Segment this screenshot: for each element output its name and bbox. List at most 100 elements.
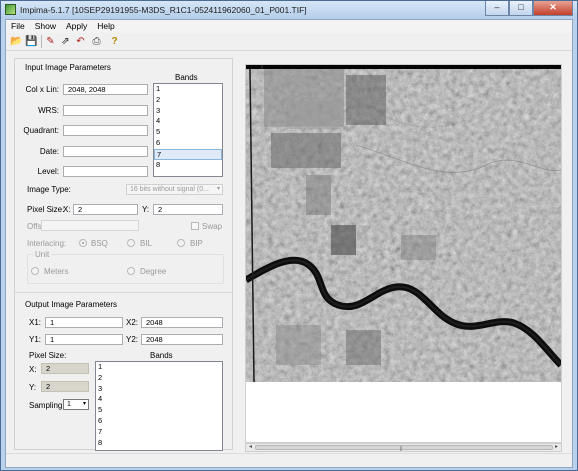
toolbar-separator [41,35,42,48]
interlacing-bil-label: BIL [140,239,153,248]
pixel-y-field[interactable]: 2 [153,204,223,215]
output-bands-title: Bands [150,351,173,360]
menu-help[interactable]: Help [92,20,119,33]
x1-field[interactable]: 1 [45,317,123,328]
sampling-label: Sampling [29,401,63,410]
title-bar[interactable]: Impima-5.1.7 [10SEP29191955-M3DS_R1C1-05… [1,1,577,19]
quadrant-field[interactable] [63,125,148,136]
interlacing-bip-radio[interactable] [177,239,185,247]
pixel-y-label: Y: [142,205,150,214]
maximize-button[interactable]: □ [509,1,533,16]
input-band-item[interactable]: 8 [154,160,222,171]
input-band-item[interactable]: 1 [154,84,222,95]
app-icon [5,4,16,15]
output-band-item[interactable]: 7 [96,427,222,438]
menu-apply[interactable]: Apply [61,20,92,33]
y2-field[interactable]: 2048 [141,334,223,345]
output-band-item[interactable]: 3 [96,384,222,395]
level-field[interactable] [63,166,148,177]
interlacing-bip-label: BIP [190,239,203,248]
image-viewer[interactable] [245,64,562,443]
input-band-item[interactable]: 3 [154,106,222,117]
scroll-grip-icon: ||| [400,446,402,452]
output-band-item[interactable]: 5 [96,405,222,416]
wrs-field[interactable] [63,105,148,116]
menu-file[interactable]: File [6,20,30,33]
input-band-item[interactable]: 5 [154,127,222,138]
input-band-item[interactable]: 2 [154,95,222,106]
close-button[interactable]: ✕ [533,1,573,16]
dropdown-arrow-icon: ▾ [82,401,86,407]
pixel-x-field[interactable]: 2 [73,204,138,215]
input-bands-title: Bands [175,73,198,82]
col-lin-field[interactable]: 2048, 2048 [63,84,148,95]
y1-label: Y1: [29,335,42,344]
undo-icon[interactable]: ↶ [74,35,87,48]
client-area: File Show Apply Help 📂 💾 ✎ ⇗ ↶ ⎙ ? Input… [5,19,573,468]
scroll-thumb[interactable]: ||| [255,445,553,452]
toolbar: 📂 💾 ✎ ⇗ ↶ ⎙ ? [6,33,572,51]
pixel-x-label: X: [63,205,71,214]
interlacing-label: Interlacing: [27,239,67,248]
scroll-left-icon[interactable]: ◂ [246,444,255,451]
output-pixel-y-field[interactable]: 2 [41,381,89,392]
date-label: Date: [39,147,59,156]
input-bands-list[interactable]: 1 2 3 4 5 6 7 8 [153,83,223,177]
output-pixel-size-label: Pixel Size: [29,351,67,360]
output-band-item[interactable]: 8 [96,438,222,449]
output-band-item[interactable]: 2 [96,373,222,384]
menu-show[interactable]: Show [30,20,61,33]
y1-field[interactable]: 1 [45,334,123,345]
x2-label: X2: [126,318,139,327]
status-bar [6,453,572,467]
output-pixel-x-field[interactable]: 2 [41,363,89,374]
input-band-item-selected[interactable]: 7 [154,148,222,160]
input-band-item[interactable]: 6 [154,138,222,149]
input-band-item[interactable]: 4 [154,116,222,127]
minimize-button[interactable]: – [485,1,509,16]
satellite-image[interactable] [246,65,561,382]
offset-field[interactable] [41,220,139,231]
unit-meters-radio[interactable] [31,267,39,275]
output-section-title: Output Image Parameters [25,300,118,309]
image-type-label: Image Type: [27,185,71,194]
save-icon[interactable]: 💾 [25,35,38,48]
swap-label: Swap [202,222,223,231]
output-band-item[interactable]: 6 [96,416,222,427]
sampling-select[interactable]: 1 ▾ [63,399,89,410]
pixel-size-label: Pixel Size: [27,205,65,214]
horizontal-scrollbar[interactable]: ◂ ||| ▸ [245,443,562,452]
pencil-icon[interactable]: ✎ [44,35,57,48]
unit-meters-label: Meters [44,267,69,276]
output-bands-list[interactable]: 1 2 3 4 5 6 7 8 [95,361,223,451]
output-band-item[interactable]: 1 [96,362,222,373]
image-type-select[interactable]: 16 bits without signal (0... ▾ [126,184,223,195]
date-field[interactable] [63,146,148,157]
dropdown-arrow-icon: ▾ [216,186,220,192]
help-icon[interactable]: ? [108,35,121,48]
swap-checkbox[interactable] [191,222,199,230]
menu-bar: File Show Apply Help [6,20,572,33]
print-icon[interactable]: ⎙ [90,35,103,48]
level-label: Level: [37,167,59,176]
x2-field[interactable]: 2048 [141,317,223,328]
open-folder-icon[interactable]: 📂 [10,35,23,48]
input-section-title: Input Image Parameters [25,63,111,72]
section-divider [15,292,232,293]
sampling-value: 1 [67,401,71,408]
quadrant-label: Quadrant: [23,126,59,135]
scroll-right-icon[interactable]: ▸ [552,444,561,451]
unit-degree-radio[interactable] [127,267,135,275]
interlacing-bsq-radio[interactable] [79,239,87,247]
unit-group-label: Unit [33,250,52,259]
output-pixel-y-label: Y: [29,383,37,392]
output-pixel-x-label: X: [29,365,37,374]
app-window: Impima-5.1.7 [10SEP29191955-M3DS_R1C1-05… [0,0,578,471]
image-type-value: 16 bits without signal (0... [130,186,209,193]
col-lin-label: Col x Lin: [25,85,59,94]
export-icon[interactable]: ⇗ [59,35,72,48]
y2-label: Y2: [126,335,139,344]
interlacing-bil-radio[interactable] [127,239,135,247]
output-band-item[interactable]: 4 [96,394,222,405]
interlacing-bsq-label: BSQ [91,239,108,248]
